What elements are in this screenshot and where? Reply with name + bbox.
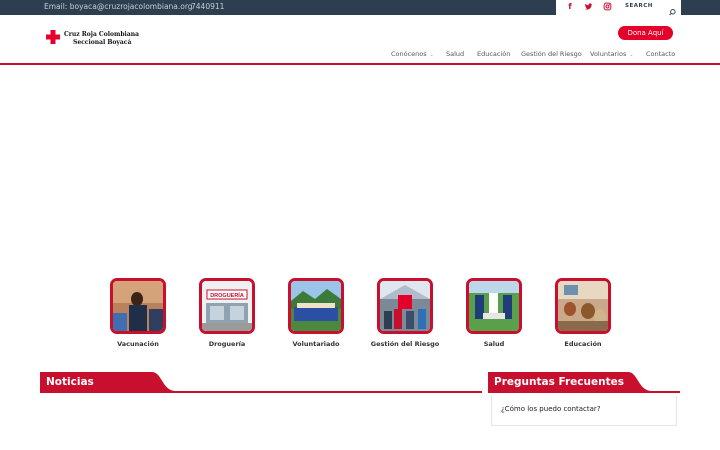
facebook-icon[interactable]: f [565, 2, 575, 12]
social-search-bar: f SEARCH [556, 0, 681, 16]
news-title: Noticias [40, 372, 152, 393]
donate-button[interactable]: Dona Aquí [618, 26, 673, 40]
service-image [377, 278, 433, 334]
faq-list: ¿Cómo los puedo contactar? [491, 396, 677, 426]
service-vacunacion[interactable]: Vacunación [110, 278, 166, 348]
service-salud[interactable]: Salud [466, 278, 522, 348]
chevron-down-icon: ⌄ [429, 52, 434, 58]
service-label: Vacunación [117, 340, 159, 348]
news-section-header: Noticias [40, 372, 482, 393]
service-image [555, 278, 611, 334]
service-label: Educación [564, 340, 602, 348]
service-drogueria[interactable]: DROGUERÍA Droguería [199, 278, 255, 348]
nav-item-contacto[interactable]: Contacto [646, 50, 675, 60]
site-header: Cruz Roja Colombiana Seccional Boyacá Do… [0, 15, 720, 65]
nav-item-conocenos[interactable]: Conócenos ⌄ [391, 50, 434, 60]
service-gestion-riesgo[interactable]: Gestión del Riesgo [371, 278, 439, 348]
nav-item-gestion-riesgo[interactable]: Gestión del Riesgo [521, 50, 582, 60]
contact-phone[interactable]: 7440911 [191, 2, 224, 11]
service-image: DROGUERÍA [199, 278, 255, 334]
service-image [466, 278, 522, 334]
service-image [288, 278, 344, 334]
service-label: Droguería [208, 340, 246, 348]
top-bar: Email: boyaca@cruzrojacolombiana.org 744… [0, 0, 720, 16]
instagram-icon[interactable] [602, 2, 612, 12]
service-voluntariado[interactable]: Voluntariado [288, 278, 344, 348]
faq-tab-tail [628, 372, 652, 393]
search-icon[interactable] [668, 2, 678, 16]
red-cross-icon [46, 30, 60, 44]
faq-section-header: Preguntas Frecuentes [488, 372, 680, 393]
contact-email[interactable]: Email: boyaca@cruzrojacolombiana.org [44, 2, 193, 11]
service-image [110, 278, 166, 334]
drogueria-sign-text: DROGUERÍA [210, 291, 244, 299]
site-logo[interactable]: Cruz Roja Colombiana Seccional Boyacá [46, 30, 141, 50]
twitter-icon[interactable] [583, 2, 593, 12]
service-educacion[interactable]: Educación [555, 278, 611, 348]
faq-title: Preguntas Frecuentes [488, 372, 628, 393]
nav-item-educacion[interactable]: Educación [477, 50, 510, 60]
search-input[interactable]: SEARCH [625, 3, 653, 9]
logo-line-2: Seccional Boyacá [73, 39, 132, 46]
service-label: Salud [483, 340, 505, 348]
nav-item-voluntarios[interactable]: Voluntarios ⌄ [590, 50, 634, 60]
logo-line-1: Cruz Roja Colombiana [64, 31, 139, 38]
service-label: Gestión del Riesgo [370, 340, 440, 348]
service-label: Voluntariado [292, 340, 340, 348]
chevron-down-icon: ⌄ [629, 52, 634, 58]
nav-item-salud[interactable]: Salud [446, 50, 464, 60]
news-tab-tail [152, 372, 176, 393]
faq-item[interactable]: ¿Cómo los puedo contactar? [501, 405, 601, 413]
